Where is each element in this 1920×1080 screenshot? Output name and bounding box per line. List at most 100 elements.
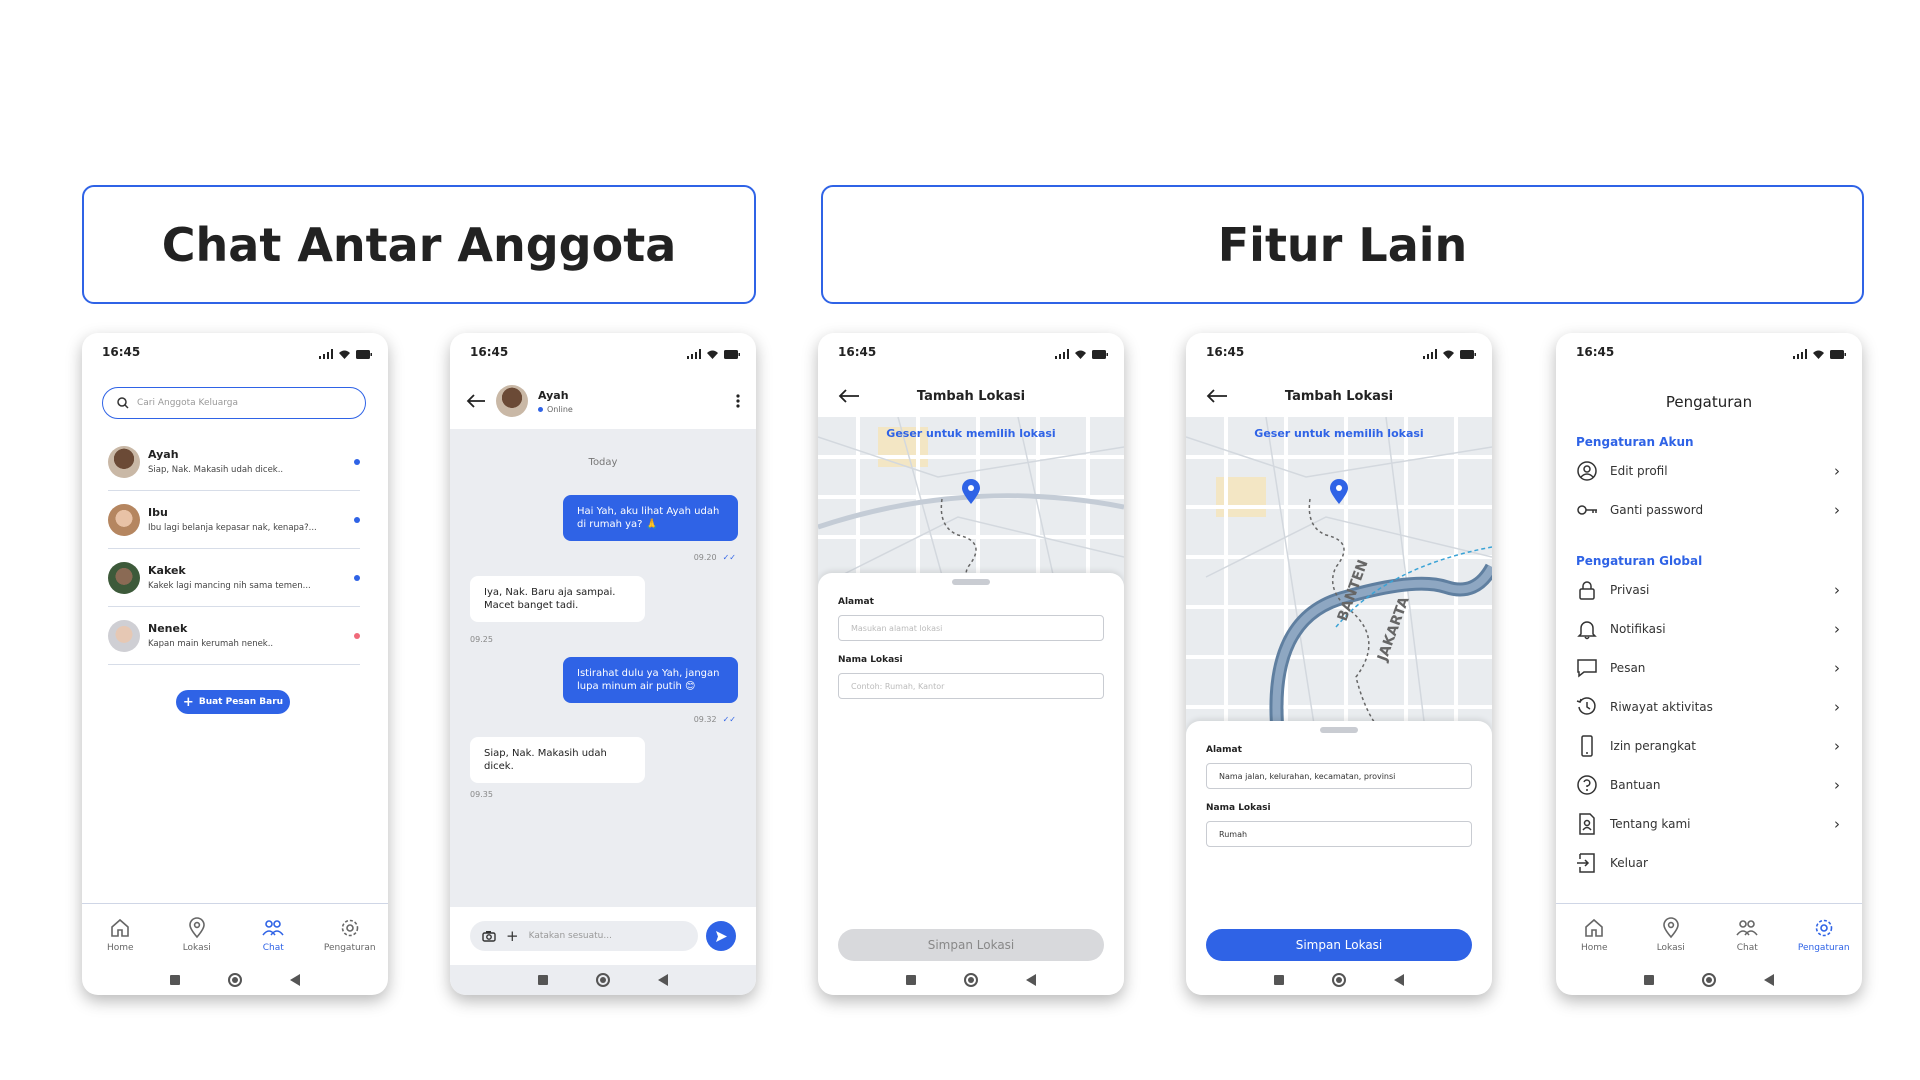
page-header: Tambah Lokasi [818, 381, 1124, 411]
back-arrow-icon[interactable] [466, 394, 486, 408]
save-location-button[interactable]: Simpan Lokasi [1206, 929, 1472, 961]
settings-row-activity-history[interactable]: Riwayat aktivitas › [1576, 695, 1840, 719]
avatar [108, 503, 140, 536]
back-button[interactable] [1394, 974, 1404, 986]
settings-row-privacy[interactable]: Privasi › [1576, 578, 1840, 602]
history-icon [1576, 697, 1596, 715]
tab-home[interactable]: Home [1559, 917, 1629, 953]
settings-row-edit-profile[interactable]: Edit profil › [1576, 459, 1840, 483]
battery-icon [1460, 349, 1476, 359]
phone-chat-list: 16:45 Cari Anggota Keluarga Ayah Siap, Na… [82, 333, 388, 995]
chat-list-item[interactable]: Ayah Siap, Nak. Makasih udah dicek.. [108, 433, 360, 491]
new-message-button[interactable]: + Buat Pesan Baru [176, 690, 290, 714]
recents-button[interactable] [170, 975, 180, 985]
settings-row-device-permissions[interactable]: Izin perangkat › [1576, 734, 1840, 758]
address-field[interactable]: Nama jalan, kelurahan, kecamatan, provin… [1206, 763, 1472, 789]
camera-icon[interactable] [482, 930, 496, 942]
search-input[interactable]: Cari Anggota Keluarga [102, 387, 366, 419]
last-message: Kakek lagi mancing nih sama temen... [148, 581, 311, 591]
unread-dot [354, 516, 360, 523]
home-button[interactable] [1332, 973, 1346, 987]
settings-row-label: Pesan [1610, 661, 1646, 675]
back-arrow-icon[interactable] [838, 389, 860, 403]
page-title: Tambah Lokasi [1284, 388, 1394, 404]
location-name-field[interactable]: Rumah [1206, 821, 1472, 847]
drag-handle[interactable] [1320, 727, 1358, 733]
gear-icon [1815, 919, 1833, 936]
tab-chat-label: Chat [262, 942, 284, 953]
tab-pengaturan[interactable]: Pengaturan [315, 917, 385, 953]
avatar [496, 385, 528, 417]
phone-device-icon [1581, 735, 1593, 757]
tab-lokasi[interactable]: Lokasi [1636, 916, 1706, 953]
recents-button[interactable] [1274, 975, 1284, 985]
tab-home[interactable]: Home [85, 917, 155, 953]
new-message-label: Buat Pesan Baru [198, 697, 284, 707]
message-composer: + Katakan sesuatu... [450, 907, 756, 965]
home-icon [111, 918, 130, 937]
settings-row-label: Keluar [1610, 856, 1648, 870]
map-streets [818, 417, 1124, 597]
location-name-field[interactable]: Contoh: Rumah, Kantor [838, 673, 1104, 699]
map-view[interactable]: BANTEN JAKARTA Geser untuk memilih lokas… [1186, 417, 1492, 737]
chat-list-item[interactable]: Ibu Ibu lagi belanja kepasar nak, kenapa?… [108, 491, 360, 549]
tab-lokasi[interactable]: Lokasi [162, 916, 232, 953]
plus-icon: + [182, 694, 194, 710]
tab-pengaturan-label: Pengaturan [323, 942, 376, 953]
message-input[interactable]: + Katakan sesuatu... [470, 921, 698, 951]
send-button[interactable] [706, 921, 736, 951]
system-nav-bar [1556, 965, 1862, 995]
settings-row-label: Bantuan [1610, 778, 1661, 792]
map-pin-icon[interactable] [961, 479, 981, 505]
home-button[interactable] [596, 973, 610, 987]
home-button[interactable] [964, 973, 978, 987]
drag-handle[interactable] [952, 579, 990, 585]
back-button[interactable] [658, 974, 668, 986]
conversation-header: Ayah Online [450, 373, 756, 429]
message-time: 09.25 [470, 635, 493, 644]
address-field[interactable]: Masukan alamat lokasi [838, 615, 1104, 641]
map-view[interactable]: Geser untuk memilih lokasi [818, 417, 1124, 597]
wifi-icon [1443, 350, 1454, 359]
more-options-icon[interactable] [736, 394, 740, 408]
wifi-icon [1813, 350, 1824, 359]
recents-button[interactable] [906, 975, 916, 985]
battery-icon [1092, 349, 1108, 359]
settings-row-help[interactable]: Bantuan › [1576, 773, 1840, 797]
chat-list-item[interactable]: Nenek Kapan main kerumah nenek.. [108, 607, 360, 665]
settings-row-notifications[interactable]: Notifikasi › [1576, 617, 1840, 641]
back-arrow-icon[interactable] [1206, 389, 1228, 403]
add-attachment-icon[interactable]: + [506, 927, 519, 945]
read-check-icon: ✓✓ [722, 715, 736, 724]
home-button[interactable] [1702, 973, 1716, 987]
avatar [108, 445, 140, 478]
message-icon [1577, 659, 1597, 678]
tab-pengaturan[interactable]: Pengaturan [1789, 917, 1859, 953]
status-icons [1793, 345, 1846, 363]
settings-row-label: Privasi [1610, 583, 1650, 597]
message-time: 09.20 ✓✓ [693, 553, 736, 562]
settings-row-label: Notifikasi [1610, 622, 1666, 636]
save-location-button[interactable]: Simpan Lokasi [838, 929, 1104, 961]
tab-chat[interactable]: Chat [1712, 917, 1782, 953]
recents-button[interactable] [538, 975, 548, 985]
settings-row-about[interactable]: Tentang kami › [1576, 812, 1840, 836]
chat-list-item[interactable]: Kakek Kakek lagi mancing nih sama temen..… [108, 549, 360, 607]
back-button[interactable] [290, 974, 300, 986]
settings-row-label: Edit profil [1610, 464, 1668, 478]
settings-row-change-password[interactable]: Ganti password › [1576, 498, 1840, 522]
last-message: Kapan main kerumah nenek.. [148, 639, 274, 649]
signal-icon [1793, 349, 1807, 359]
settings-row-label: Ganti password [1610, 503, 1704, 517]
map-pin-icon[interactable] [1329, 479, 1349, 505]
back-button[interactable] [1026, 974, 1036, 986]
recents-button[interactable] [1644, 975, 1654, 985]
location-name-label: Nama Lokasi [1206, 803, 1271, 813]
back-button[interactable] [1764, 974, 1774, 986]
tab-chat[interactable]: Chat [238, 917, 308, 953]
read-check-icon: ✓✓ [722, 553, 736, 562]
chevron-right-icon: › [1834, 462, 1840, 480]
settings-row-messages[interactable]: Pesan › [1576, 656, 1840, 680]
settings-row-logout[interactable]: Keluar [1576, 851, 1840, 875]
home-button[interactable] [228, 973, 242, 987]
